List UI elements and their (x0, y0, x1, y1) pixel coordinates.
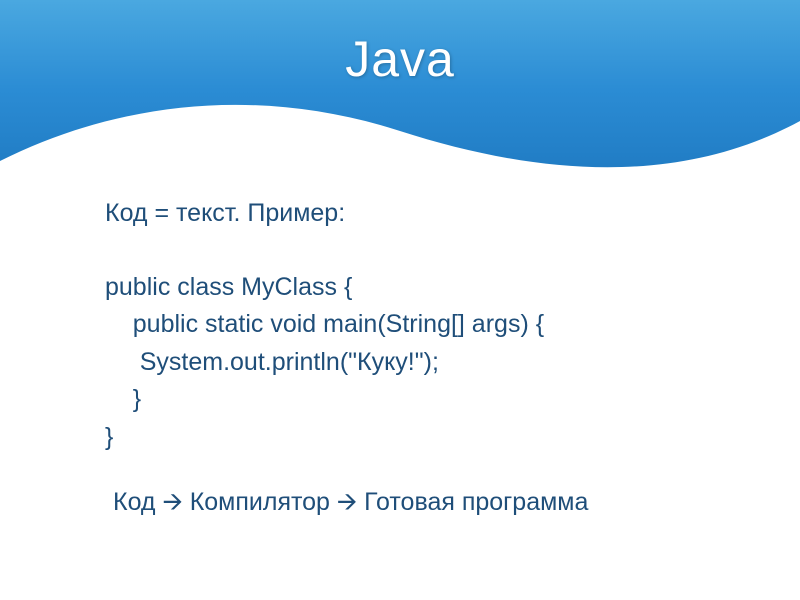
flow-text: Код 🡪 Компилятор 🡪 Готовая программа (113, 484, 705, 522)
code-line-3: System.out.println("Куку!"); (105, 344, 705, 382)
code-line-1: public class MyClass { (105, 269, 705, 307)
slide-title: Java (0, 30, 800, 88)
code-line-5: } (105, 419, 705, 457)
slide-content: Код = текст. Пример: public class MyClas… (105, 195, 705, 522)
code-line-2: public static void main(String[] args) { (105, 306, 705, 344)
code-line-4: } (105, 381, 705, 419)
spacer (105, 233, 705, 269)
header-wave-banner (0, 0, 800, 180)
wave-shape (0, 91, 800, 181)
intro-text: Код = текст. Пример: (105, 195, 705, 233)
